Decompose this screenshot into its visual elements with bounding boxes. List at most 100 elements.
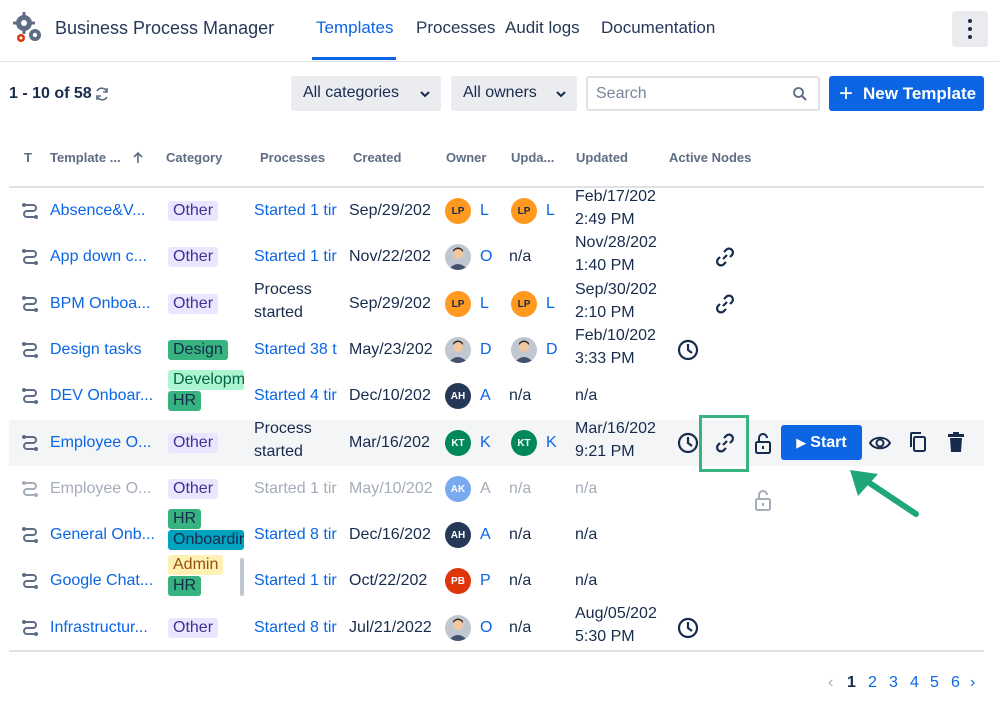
processes-link[interactable]: Started 4 tir xyxy=(254,387,340,405)
template-name-link[interactable]: General Onb... xyxy=(50,526,154,544)
table-row[interactable]: App down c... Other Started 1 tir Nov/22/20… xyxy=(9,234,984,280)
categories-filter[interactable]: All categories xyxy=(291,76,441,111)
template-name-link[interactable]: Employee O... xyxy=(50,434,154,452)
processes-link[interactable]: Started 1 tir xyxy=(254,202,340,220)
created-date: Dec/16/202 xyxy=(349,526,431,543)
created-date: Nov/22/202 xyxy=(349,248,431,265)
unlock-icon[interactable] xyxy=(752,432,774,454)
processes-link[interactable]: Started 8 tir xyxy=(254,619,340,637)
template-name-link[interactable]: BPM Onboa... xyxy=(50,295,154,313)
owner-name-link[interactable]: O xyxy=(480,248,492,266)
template-icon xyxy=(22,435,38,451)
col-header-category[interactable]: Category xyxy=(166,150,222,165)
table-row[interactable]: BPM Onboa... Other Process started Sep/29/20… xyxy=(9,281,984,327)
col-header-owner[interactable]: Owner xyxy=(446,150,486,165)
category-badge: Admin xyxy=(168,555,224,575)
table-row[interactable]: General Onb... HR Onboardir Started 8 tir De… xyxy=(9,509,984,558)
unlock-icon[interactable] xyxy=(752,489,774,511)
category-badge: Design xyxy=(168,340,228,360)
search-icon xyxy=(793,87,807,101)
table-row[interactable]: Absence&V... Other Started 1 tir Sep/29/202… xyxy=(9,188,984,234)
delete-trash-icon[interactable] xyxy=(945,431,967,453)
template-name-link[interactable]: Absence&V... xyxy=(50,202,154,220)
owner-name-link[interactable]: A xyxy=(480,387,492,405)
owner-name-link[interactable]: D xyxy=(480,341,492,359)
owner-name-link[interactable]: A xyxy=(480,526,492,544)
view-eye-icon[interactable] xyxy=(869,432,891,454)
owner-name-link[interactable]: O xyxy=(480,619,492,637)
processes-link[interactable]: Started 38 t xyxy=(254,341,340,359)
col-header-updated[interactable]: Updated xyxy=(576,150,628,165)
owner-name-link[interactable]: K xyxy=(480,434,492,452)
updater-name-link[interactable]: D xyxy=(546,341,558,359)
template-name-link[interactable]: Design tasks xyxy=(50,341,154,359)
col-header-updater[interactable]: Upda... xyxy=(511,150,554,165)
schedule-clock-icon[interactable] xyxy=(677,617,699,639)
table-row[interactable]: Design tasks Design Started 38 t May/23/202… xyxy=(9,327,984,373)
processes-link[interactable]: Started 1 tir xyxy=(254,480,340,498)
owner-name-link[interactable]: L xyxy=(480,295,492,313)
prev-page-button[interactable]: ‹ xyxy=(828,674,833,692)
updated-date: Sep/30/202 xyxy=(575,281,657,298)
tab-documentation[interactable]: Documentation xyxy=(601,18,715,38)
copy-icon[interactable] xyxy=(907,431,929,453)
table-row[interactable]: Infrastructur... Other Started 8 tir Jul/21… xyxy=(9,605,984,651)
updated-date: 2:10 PM xyxy=(575,304,635,321)
link-icon[interactable] xyxy=(714,293,736,315)
new-template-button[interactable]: + New Template xyxy=(829,76,984,111)
owner-name-link[interactable]: L xyxy=(480,202,492,220)
page-6[interactable]: 6 xyxy=(951,674,960,692)
category-badge: Other xyxy=(168,479,219,499)
category-badge: Other xyxy=(168,201,219,221)
col-header-active-nodes[interactable]: Active Nodes xyxy=(669,150,751,165)
table-row[interactable]: Google Chat... Admin HR Started 1 tir Oct/22… xyxy=(9,555,984,604)
cell-scrollbar[interactable] xyxy=(240,558,244,596)
search-input[interactable]: Search xyxy=(586,76,820,111)
processes-link[interactable]: Started 8 tir xyxy=(254,526,340,544)
owner-name-link[interactable]: P xyxy=(480,572,492,590)
owner-name-link[interactable]: A xyxy=(480,480,492,498)
start-process-button[interactable]: ▶ Start xyxy=(781,425,862,460)
page-4[interactable]: 4 xyxy=(910,674,919,692)
updated-date: 1:40 PM xyxy=(575,257,635,274)
page-3[interactable]: 3 xyxy=(889,674,898,692)
updater-name-link[interactable]: K xyxy=(546,434,558,452)
tab-processes[interactable]: Processes xyxy=(416,18,495,38)
table-row[interactable]: Employee O... Other Started 1 tir May/10/20… xyxy=(9,466,984,512)
tab-audit-logs[interactable]: Audit logs xyxy=(505,18,580,38)
updated-date: 5:30 PM xyxy=(575,628,635,645)
page-2[interactable]: 2 xyxy=(868,674,877,692)
col-header-template[interactable]: Template ... xyxy=(50,150,121,165)
chevron-down-icon xyxy=(420,91,430,98)
avatar: LP xyxy=(445,198,471,224)
processes-link[interactable]: Started 1 tir xyxy=(254,572,340,590)
schedule-clock-icon[interactable] xyxy=(677,432,699,454)
processes-link[interactable]: Started 1 tir xyxy=(254,248,340,266)
updater-name-link[interactable]: L xyxy=(546,295,558,313)
template-name-link[interactable]: Employee O... xyxy=(50,480,154,498)
template-name-link[interactable]: Google Chat... xyxy=(50,572,154,590)
refresh-icon[interactable] xyxy=(94,86,110,102)
page-5[interactable]: 5 xyxy=(930,674,939,692)
avatar-photo xyxy=(445,615,471,641)
next-page-button[interactable]: › xyxy=(970,674,975,692)
link-icon[interactable] xyxy=(714,246,736,268)
template-icon xyxy=(22,620,38,636)
sort-ascending-icon[interactable] xyxy=(132,151,144,164)
avatar: KT xyxy=(445,430,471,456)
template-name-link[interactable]: DEV Onboar... xyxy=(50,387,154,405)
col-header-created[interactable]: Created xyxy=(353,150,401,165)
template-name-link[interactable]: App down c... xyxy=(50,248,154,266)
template-name-link[interactable]: Infrastructur... xyxy=(50,619,154,637)
table-row[interactable]: DEV Onboar... Developm HR Started 4 tir Dec/… xyxy=(9,370,984,419)
created-date: Mar/16/202 xyxy=(349,434,430,451)
schedule-clock-icon[interactable] xyxy=(677,339,699,361)
start-label: Start xyxy=(810,433,847,451)
page-1[interactable]: 1 xyxy=(847,674,856,692)
updater-name-link[interactable]: L xyxy=(546,202,558,220)
col-header-type[interactable]: T xyxy=(24,150,32,165)
owners-filter[interactable]: All owners xyxy=(451,76,577,111)
tab-templates[interactable]: Templates xyxy=(316,18,393,38)
more-menu-button[interactable] xyxy=(952,11,988,47)
col-header-processes[interactable]: Processes xyxy=(260,150,325,165)
